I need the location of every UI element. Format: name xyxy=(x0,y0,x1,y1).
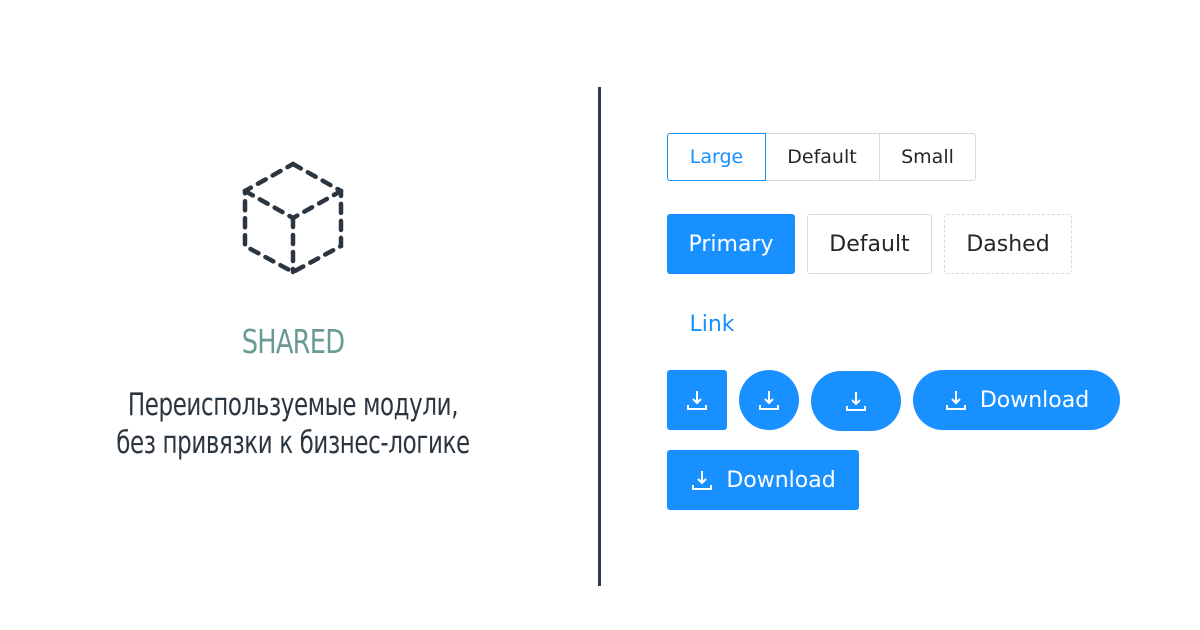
download-icon xyxy=(692,471,713,490)
primary-button[interactable]: Primary xyxy=(667,214,795,274)
default-button[interactable]: Default xyxy=(807,214,932,274)
download-icon xyxy=(945,391,966,410)
vertical-divider xyxy=(598,87,601,586)
download-label: Download xyxy=(726,467,836,493)
left-panel: SHARED Переиспользуемые модули, без прив… xyxy=(0,0,600,630)
download-icon xyxy=(759,391,779,410)
subtitle-line-1: Переиспользуемые модули, xyxy=(127,387,459,423)
download-icon xyxy=(687,391,707,410)
download-icon-button-round[interactable] xyxy=(811,371,901,431)
download-icon-button-square[interactable] xyxy=(667,370,727,430)
size-option-large[interactable]: Large xyxy=(667,133,766,181)
download-icon xyxy=(846,392,866,411)
section-title: SHARED xyxy=(241,322,345,361)
dashed-cube-icon xyxy=(242,161,344,275)
subtitle-line-2: без привязки к бизнес-логике xyxy=(116,425,470,461)
size-option-default[interactable]: Default xyxy=(765,133,880,181)
download-button-round[interactable]: Download xyxy=(913,370,1120,430)
download-label: Download xyxy=(979,387,1090,413)
size-option-small[interactable]: Small xyxy=(879,133,976,181)
section-subtitle: Переиспользуемые модули, без привязки к … xyxy=(76,386,510,462)
dashed-button[interactable]: Dashed xyxy=(944,214,1072,274)
download-icon-button-circle[interactable] xyxy=(739,370,799,430)
link-button[interactable]: Link xyxy=(667,300,757,348)
download-button-square[interactable]: Download xyxy=(667,450,859,510)
